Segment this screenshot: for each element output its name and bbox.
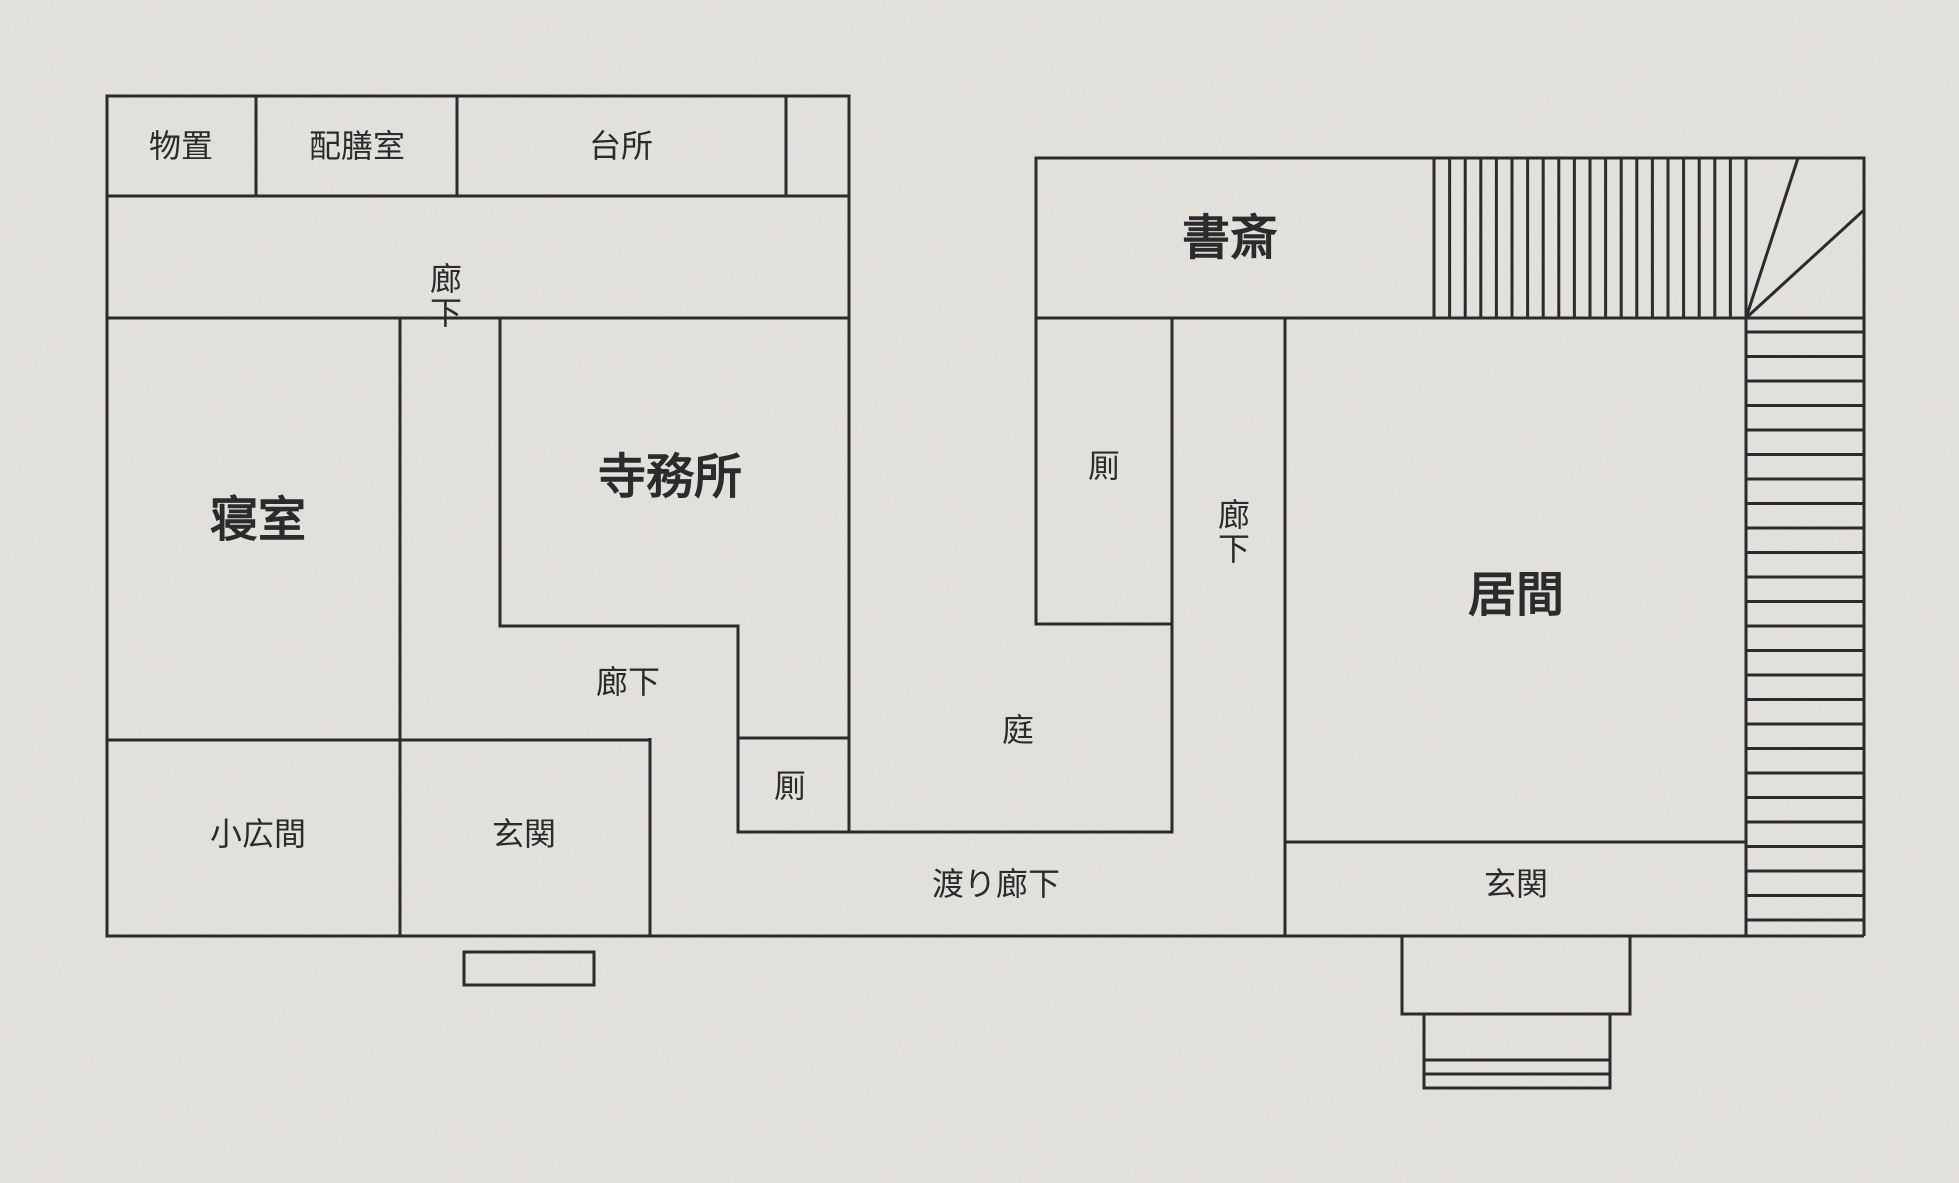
room-bedroom: 寝室 (209, 492, 307, 548)
room-toilet-right: 厠 (1087, 447, 1121, 485)
room-entrance-right: 玄関 (1483, 865, 1549, 903)
room-kitchen: 台所 (588, 127, 654, 165)
room-toilet-small: 厠 (773, 767, 807, 805)
room-hallway-top: 廊下 (425, 262, 463, 330)
room-entrance-left: 玄関 (491, 815, 557, 853)
paper-grain (0, 0, 1959, 1183)
room-connecting-corridor: 渡り廊下 (931, 865, 1061, 903)
room-study: 書斎 (1181, 210, 1279, 266)
room-garden: 庭 (1001, 711, 1035, 749)
room-storage: 物置 (148, 127, 214, 165)
floor-plan: 物置 配膳室 台所 廊下 寝室 寺務所 廊下 厠 小広間 玄関 書斎 厠 廊下 … (0, 0, 1959, 1183)
room-hallway-middle: 廊下 (595, 663, 661, 701)
floor-plan-walls (0, 0, 1959, 1183)
staircase-upper (1432, 158, 1748, 318)
room-temple-office: 寺務所 (597, 449, 743, 505)
room-pantry: 配膳室 (308, 127, 406, 165)
room-living-room: 居間 (1467, 567, 1565, 623)
room-small-hall: 小広間 (209, 815, 307, 853)
room-hallway-right: 廊下 (1213, 498, 1251, 566)
